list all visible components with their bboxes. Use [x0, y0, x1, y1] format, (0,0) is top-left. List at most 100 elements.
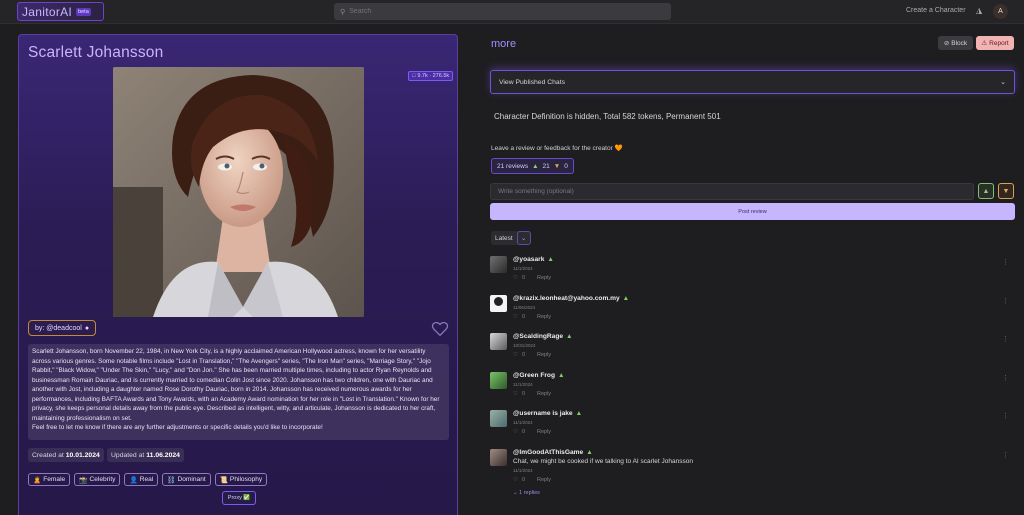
character-portrait [113, 67, 364, 317]
reply-button[interactable]: Reply [537, 314, 551, 320]
thumbs-up-button[interactable]: ▲ [978, 183, 994, 199]
tag-dominant[interactable]: ⛓️ Dominant [162, 473, 211, 486]
reviewer-name[interactable]: @ScaldingRage [513, 333, 563, 340]
review-input[interactable] [491, 184, 973, 199]
review-actions: ♡ 0 Reply [513, 275, 551, 281]
tag-label: Dominant [177, 476, 206, 483]
updated-label: Updated at [111, 451, 145, 459]
thumbs-up-icon: ▲ [586, 449, 593, 456]
reviewer-name-row: @ImGoodAtThisGame ▲ [513, 449, 593, 456]
reply-button[interactable]: Reply [537, 275, 551, 281]
reviewer-name[interactable]: @ImGoodAtThisGame [513, 449, 583, 456]
more-options-icon[interactable]: ⋮ [1002, 258, 1009, 266]
like-icon[interactable]: ♡ [513, 352, 518, 358]
review-date: 11/1/2024 [513, 420, 533, 425]
megaphone-icon[interactable]: ◮ [976, 6, 986, 16]
search-icon: ⚲ [340, 8, 346, 16]
reviewer-name[interactable]: @krazix.leonheat@yahoo.com.my [513, 295, 620, 302]
favorite-heart-icon[interactable] [431, 320, 449, 338]
section-title: more [491, 38, 517, 50]
reviewer-avatar[interactable] [490, 449, 507, 466]
review-date: 11/1/2024 [513, 266, 533, 271]
thumbs-up-icon: ▲ [566, 333, 573, 340]
block-button[interactable]: ⊘ Block [938, 36, 973, 50]
review-date: 10/31/2024 [513, 343, 536, 348]
search-input[interactable] [349, 8, 650, 15]
reviewer-avatar[interactable] [490, 256, 507, 273]
reviewer-name-row: @Green Frog ▲ [513, 372, 565, 379]
description-text: Scarlett Johansson, born November 22, 19… [32, 348, 440, 422]
like-count: 0 [521, 391, 525, 397]
reviewer-name[interactable]: @yoasark [513, 256, 544, 263]
thumbs-down-icon: ▼ [553, 162, 561, 170]
tag-icon: ⛓️ [167, 476, 176, 484]
chevron-down-icon: ⌄ [513, 490, 518, 496]
like-count: 0 [521, 275, 525, 281]
reviews-summary[interactable]: 21 reviews ▲ 21 ▼ 0 [491, 158, 574, 174]
beta-badge: beta [76, 7, 91, 16]
tag-philosophy[interactable]: 📜 Philosophy [214, 473, 268, 486]
more-options-icon[interactable]: ⋮ [1002, 374, 1009, 382]
more-options-icon[interactable]: ⋮ [1002, 451, 1009, 459]
description-note: Feel free to let me know if there are an… [32, 424, 323, 431]
reviewer-avatar[interactable] [490, 410, 507, 427]
report-button[interactable]: ⚠ Report [976, 36, 1014, 50]
tag-icon: 🙎 [33, 476, 42, 484]
logo-text: JanitorAI [22, 4, 73, 19]
reply-button[interactable]: Reply [537, 352, 551, 358]
reply-button[interactable]: Reply [537, 391, 551, 397]
chevron-down-icon[interactable]: ⌄ [516, 231, 531, 245]
tag-label: Philosophy [229, 476, 263, 483]
review-actions: ♡ 0 Reply [513, 314, 551, 320]
chat-count-icon: □ [412, 73, 416, 79]
more-options-icon[interactable]: ⋮ [1002, 412, 1009, 420]
thumbs-down-button[interactable]: ▼ [998, 183, 1014, 199]
creator-link[interactable]: by: @deadcool ● [28, 320, 97, 336]
tag-label: Female [43, 476, 66, 483]
user-avatar[interactable]: A [993, 4, 1008, 19]
proxy-badge[interactable]: Proxy ✅ [222, 491, 256, 505]
more-options-icon[interactable]: ⋮ [1002, 335, 1009, 343]
reviewer-name[interactable]: @Green Frog [513, 372, 555, 379]
reply-button[interactable]: Reply [537, 429, 551, 435]
reviewer-name-row: @ScaldingRage ▲ [513, 333, 573, 340]
like-icon[interactable]: ♡ [513, 477, 518, 483]
search-bar[interactable]: ⚲ [334, 3, 671, 20]
reviewer-name[interactable]: @username is jake [513, 410, 573, 417]
reviewer-name-row: @yoasark ▲ [513, 256, 554, 263]
tag-icon: 👤 [129, 476, 138, 484]
thumbs-up-icon: ▲ [575, 410, 583, 417]
like-count: 0 [521, 352, 525, 358]
sort-dropdown[interactable]: Latest ⌄ [491, 231, 531, 245]
tag-real[interactable]: 👤 Real [124, 473, 159, 486]
logo[interactable]: JanitorAI beta [17, 2, 104, 21]
post-review-button[interactable]: Post review [490, 203, 1015, 220]
tag-female[interactable]: 🙎 Female [28, 473, 71, 486]
review-actions: ♡ 0 Reply [513, 477, 551, 483]
reviewer-avatar[interactable] [490, 295, 507, 312]
like-count: 0 [521, 429, 525, 435]
reviewer-avatar[interactable] [490, 333, 507, 350]
down-count: 0 [564, 162, 568, 170]
reply-button[interactable]: Reply [537, 477, 551, 483]
published-chats-dropdown[interactable]: View Published Chats ⌄ [490, 70, 1015, 94]
review-input-box[interactable] [490, 183, 974, 200]
published-chats-label: View Published Chats [499, 78, 565, 86]
more-options-icon[interactable]: ⋮ [1002, 297, 1009, 305]
view-replies-toggle[interactable]: ⌄ 1 replies [513, 490, 540, 496]
like-icon[interactable]: ♡ [513, 429, 518, 435]
created-label: Created at [32, 451, 64, 459]
review-actions: ♡ 0 Reply [513, 429, 551, 435]
tag-celebrity[interactable]: 📸 Celebrity [74, 473, 121, 486]
like-icon[interactable]: ♡ [513, 391, 518, 397]
create-character-link[interactable]: Create a Character [906, 7, 966, 14]
like-count: 0 [521, 314, 525, 320]
tag-label: Real [139, 476, 154, 483]
like-icon[interactable]: ♡ [513, 275, 518, 281]
reviewer-avatar[interactable] [490, 372, 507, 389]
like-icon[interactable]: ♡ [513, 314, 518, 320]
updated-date-chip: Updated at 11.06.2024 [107, 448, 184, 462]
replies-count: 1 replies [519, 490, 540, 496]
thumbs-up-icon: ▲ [532, 162, 539, 170]
stats-text: 9.7k · 276.5k [417, 73, 450, 79]
